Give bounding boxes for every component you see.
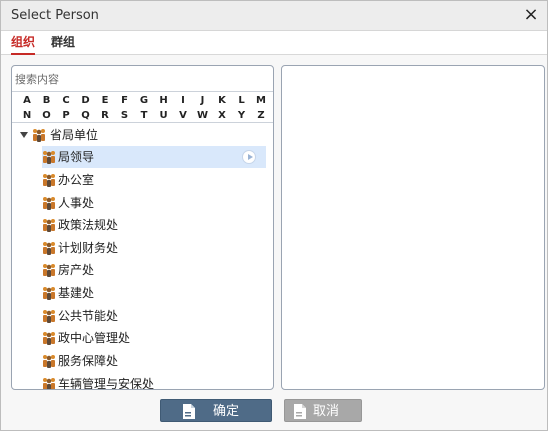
group-icon bbox=[43, 355, 55, 368]
group-icon bbox=[43, 332, 55, 345]
letter-e[interactable]: E bbox=[98, 93, 112, 108]
organization-panel: A B C D E F G H I J K L M N O P Q R S bbox=[11, 65, 274, 390]
tree-node-child[interactable]: 服务保障处 bbox=[42, 350, 266, 372]
letter-o[interactable]: O bbox=[40, 108, 54, 123]
letter-u[interactable]: U bbox=[157, 108, 171, 123]
tree-node-label: 政中心管理处 bbox=[58, 331, 131, 345]
tab-organization[interactable]: 组织 bbox=[11, 31, 36, 55]
letter-c[interactable]: C bbox=[59, 93, 73, 108]
tree-node-child[interactable]: 公共节能处 bbox=[42, 305, 266, 327]
tree-node-child[interactable]: 局领导 bbox=[42, 146, 266, 168]
letter-a[interactable]: A bbox=[20, 93, 34, 108]
confirm-button-label: 确定 bbox=[213, 404, 240, 419]
tree-node-label: 省局单位 bbox=[50, 128, 99, 142]
tree-node-child[interactable]: 车辆管理与安保处 bbox=[42, 373, 266, 390]
selected-persons-panel[interactable] bbox=[281, 65, 545, 390]
search-input[interactable] bbox=[12, 70, 273, 88]
letter-n[interactable]: N bbox=[20, 108, 34, 123]
group-icon bbox=[43, 242, 55, 255]
tree-node-child[interactable]: 办公室 bbox=[42, 169, 266, 191]
tab-groups[interactable]: 群组 bbox=[51, 31, 75, 55]
tree-node-label: 政策法规处 bbox=[58, 218, 119, 232]
cancel-button[interactable]: 取消 bbox=[284, 399, 362, 422]
group-icon bbox=[43, 151, 55, 164]
organization-tree: 省局单位 局领导 办公室 人事处 政策法规处 计划财务处 房产处 基建处 公共节… bbox=[12, 124, 273, 389]
confirm-button[interactable]: 确定 bbox=[160, 399, 272, 422]
group-icon bbox=[43, 174, 55, 187]
tree-node-child[interactable]: 房产处 bbox=[42, 259, 266, 281]
tree-node-label: 基建处 bbox=[58, 286, 95, 300]
group-icon bbox=[43, 219, 55, 232]
letter-f[interactable]: F bbox=[118, 93, 132, 108]
letter-v[interactable]: V bbox=[176, 108, 190, 123]
letter-j[interactable]: J bbox=[196, 93, 210, 108]
group-icon bbox=[43, 287, 55, 300]
letter-q[interactable]: Q bbox=[79, 108, 93, 123]
group-icon bbox=[43, 264, 55, 277]
tree-node-child[interactable]: 政中心管理处 bbox=[42, 327, 266, 349]
alphabet-row-1: A B C D E F G H I J K L M bbox=[20, 93, 268, 108]
document-icon bbox=[294, 404, 306, 419]
letter-w[interactable]: W bbox=[196, 108, 210, 123]
letter-g[interactable]: G bbox=[137, 93, 151, 108]
tree-node-label: 服务保障处 bbox=[58, 354, 119, 368]
group-icon bbox=[43, 310, 55, 323]
letter-s[interactable]: S bbox=[118, 108, 132, 123]
close-icon[interactable]: × bbox=[521, 5, 541, 25]
tree-node-label: 局领导 bbox=[58, 150, 95, 164]
letter-h[interactable]: H bbox=[157, 93, 171, 108]
tree-node-label: 办公室 bbox=[58, 173, 95, 187]
tree-node-child[interactable]: 政策法规处 bbox=[42, 214, 266, 236]
letter-r[interactable]: R bbox=[98, 108, 112, 123]
document-icon bbox=[183, 404, 195, 419]
alphabet-filter: A B C D E F G H I J K L M N O P Q R S T … bbox=[12, 91, 273, 123]
letter-l[interactable]: L bbox=[235, 93, 249, 108]
tree-node-label: 车辆管理与安保处 bbox=[58, 377, 155, 390]
letter-d[interactable]: D bbox=[79, 93, 93, 108]
tree-node-label: 公共节能处 bbox=[58, 309, 119, 323]
expand-arrow-icon[interactable] bbox=[20, 132, 28, 138]
group-icon bbox=[43, 378, 55, 389]
dialog-title: Select Person bbox=[11, 8, 99, 23]
letter-b[interactable]: B bbox=[40, 93, 54, 108]
letter-y[interactable]: Y bbox=[235, 108, 249, 123]
title-bar: Select Person × bbox=[1, 1, 547, 31]
tree-node-label: 房产处 bbox=[58, 263, 95, 277]
tree-node-child[interactable]: 基建处 bbox=[42, 282, 266, 304]
cancel-button-label: 取消 bbox=[313, 404, 340, 419]
tree-node-label: 人事处 bbox=[58, 196, 95, 210]
letter-t[interactable]: T bbox=[137, 108, 151, 123]
tree-node-child[interactable]: 计划财务处 bbox=[42, 237, 266, 259]
select-person-dialog: Select Person × 组织 群组 A B C D E F G H I … bbox=[0, 0, 548, 431]
letter-x[interactable]: X bbox=[215, 108, 229, 123]
group-icon bbox=[43, 197, 55, 210]
tree-node-root[interactable]: 省局单位 bbox=[18, 124, 268, 146]
letter-i[interactable]: I bbox=[176, 93, 190, 108]
tab-bar: 组织 群组 bbox=[1, 31, 547, 55]
letter-z[interactable]: Z bbox=[254, 108, 268, 123]
group-icon bbox=[33, 129, 45, 142]
tree-node-child[interactable]: 人事处 bbox=[42, 192, 266, 214]
letter-m[interactable]: M bbox=[254, 93, 268, 108]
letter-k[interactable]: K bbox=[215, 93, 229, 108]
play-icon[interactable] bbox=[242, 150, 256, 164]
letter-p[interactable]: P bbox=[59, 108, 73, 123]
tree-node-label: 计划财务处 bbox=[58, 241, 119, 255]
alphabet-row-2: N O P Q R S T U V W X Y Z bbox=[20, 108, 268, 123]
